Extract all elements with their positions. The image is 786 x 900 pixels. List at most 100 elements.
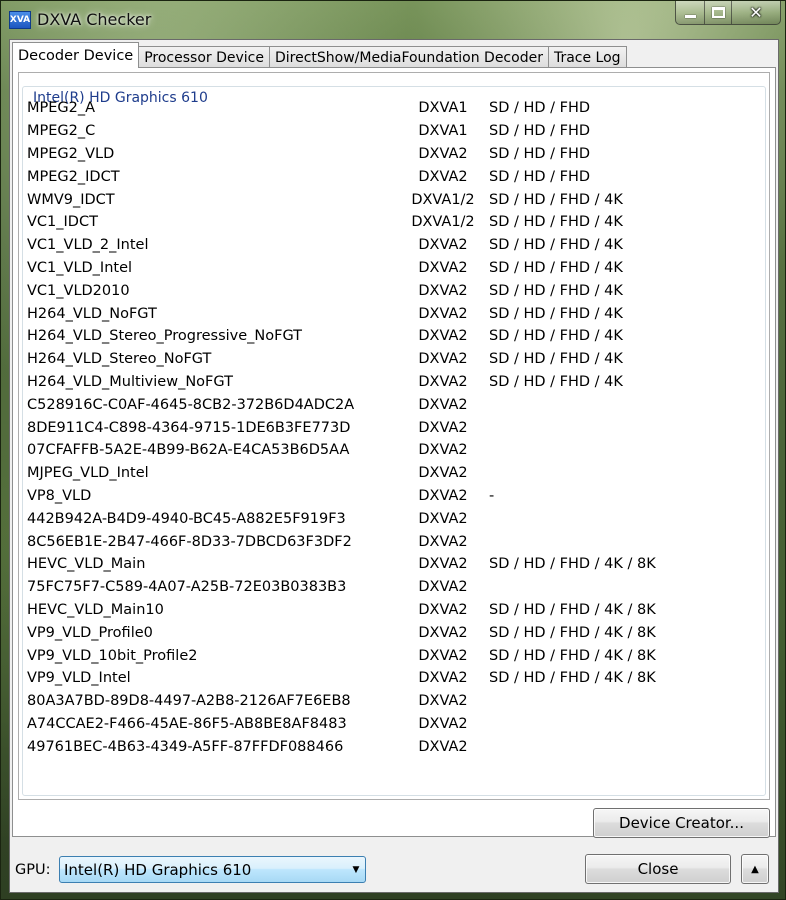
decoder-dxva-version: DXVA2: [418, 419, 468, 436]
decoder-row[interactable]: A74CCAE2-F466-45AE-86F5-AB8BE8AF8483 DXVA…: [27, 713, 763, 736]
tab-processor-device[interactable]: Processor Device: [138, 46, 270, 68]
decoder-resolutions: SD / HD / FHD / 4K: [489, 282, 623, 299]
caption-buttons: ✕: [675, 1, 781, 25]
decoder-list[interactable]: Intel(R) HD Graphics 610 MPEG2_A DXVA1 SD …: [18, 72, 770, 800]
decoder-row[interactable]: 80A3A7BD-89D8-4497-A2B8-2126AF7E6EB8 DXVA…: [27, 690, 763, 713]
decoder-name: VP9_VLD_Profile0: [27, 624, 153, 641]
decoder-resolutions: SD / HD / FHD / 4K: [489, 305, 623, 322]
decoder-dxva-version: DXVA2: [418, 396, 468, 413]
decoder-name: VP9_VLD_10bit_Profile2: [27, 647, 198, 664]
decoder-dxva-version: DXVA2: [418, 282, 468, 299]
decoder-row[interactable]: VP9_VLD_Profile0 DXVA2 SD / HD / FHD / 4K …: [27, 621, 763, 644]
decoder-resolutions: SD / HD / FHD / 4K / 8K: [489, 556, 656, 573]
tab-decoder-device[interactable]: Decoder Device: [12, 42, 140, 68]
decoder-resolutions: SD / HD / FHD / 4K: [489, 373, 623, 390]
decoder-row[interactable]: MPEG2_VLD DXVA2 SD / HD / FHD: [27, 143, 763, 166]
gpu-label: GPU:: [15, 862, 51, 878]
decoder-dxva-version: DXVA2: [418, 738, 468, 755]
decoder-dxva-version: DXVA2: [418, 328, 468, 345]
decoder-dxva-version: DXVA2: [418, 487, 468, 504]
maximize-button[interactable]: [705, 1, 732, 24]
decoder-dxva-version: DXVA2: [418, 305, 468, 322]
decoder-row[interactable]: H264_VLD_Multiview_NoFGT DXVA2 SD / HD / F…: [27, 371, 763, 394]
close-button[interactable]: Close: [585, 854, 731, 884]
decoder-row[interactable]: C528916C-C0AF-4645-8CB2-372B6D4ADC2A DXVA…: [27, 393, 763, 416]
decoder-name: H264_VLD_NoFGT: [27, 305, 157, 322]
decoder-row[interactable]: VP8_VLD DXVA2 -: [27, 485, 763, 508]
decoder-dxva-version: DXVA2: [418, 351, 468, 368]
decoder-row[interactable]: 442B942A-B4D9-4940-BC45-A882E5F919F3 DXVA…: [27, 507, 763, 530]
decoder-row[interactable]: VC1_VLD2010 DXVA2 SD / HD / FHD / 4K: [27, 279, 763, 302]
decoder-row[interactable]: H264_VLD_NoFGT DXVA2 SD / HD / FHD / 4K: [27, 302, 763, 325]
decoder-name: HEVC_VLD_Main10: [27, 601, 164, 618]
decoder-dxva-version: DXVA2: [418, 145, 468, 162]
decoder-resolutions: SD / HD / FHD / 4K: [489, 191, 623, 208]
decoder-row[interactable]: H264_VLD_Stereo_NoFGT DXVA2 SD / HD / FHD …: [27, 348, 763, 371]
maximize-icon: [711, 7, 725, 18]
decoder-row[interactable]: VP9_VLD_Intel DXVA2 SD / HD / FHD / 4K / 8…: [27, 667, 763, 690]
decoder-row[interactable]: MPEG2_C DXVA1 SD / HD / FHD: [27, 120, 763, 143]
decoder-name: VC1_VLD2010: [27, 282, 130, 299]
decoder-row[interactable]: 75FC75F7-C589-4A07-A25B-72E03B0383B3 DXVA…: [27, 576, 763, 599]
decoder-row[interactable]: H264_VLD_Stereo_Progressive_NoFGT DXVA2 SD…: [27, 325, 763, 348]
decoder-row[interactable]: VC1_VLD_Intel DXVA2 SD / HD / FHD / 4K: [27, 257, 763, 280]
decoder-row[interactable]: MPEG2_IDCT DXVA2 SD / HD / FHD: [27, 165, 763, 188]
decoder-row[interactable]: HEVC_VLD_Main10 DXVA2 SD / HD / FHD / 4K /…: [27, 599, 763, 622]
decoder-row[interactable]: MPEG2_A DXVA1 SD / HD / FHD: [27, 97, 763, 120]
decoder-row[interactable]: WMV9_IDCT DXVA1/2 SD / HD / FHD / 4K: [27, 188, 763, 211]
client-area: Decoder Device Processor Device DirectSh…: [9, 39, 779, 893]
decoder-name: H264_VLD_Stereo_Progressive_NoFGT: [27, 328, 303, 345]
decoder-resolutions: SD / HD / FHD / 4K / 8K: [489, 647, 656, 664]
decoder-resolutions: SD / HD / FHD: [489, 145, 591, 162]
chevron-down-icon: ▼: [352, 864, 360, 875]
decoder-row[interactable]: 07CFAFFB-5A2E-4B99-B62A-E4CA53B6D5AA DXVA…: [27, 439, 763, 462]
decoder-row[interactable]: VP9_VLD_10bit_Profile2 DXVA2 SD / HD / FHD…: [27, 644, 763, 667]
gpu-select[interactable]: Intel(R) HD Graphics 610 ▼: [59, 856, 366, 883]
decoder-dxva-version: DXVA2: [418, 465, 468, 482]
tab-directshow-mediafoundation-decoder[interactable]: DirectShow/MediaFoundation Decoder: [268, 46, 549, 68]
decoder-resolutions: -: [489, 487, 495, 504]
decoder-dxva-version: DXVA2: [418, 556, 468, 573]
tab-strip: Decoder Device Processor Device DirectSh…: [12, 42, 627, 68]
decoder-dxva-version: DXVA2: [418, 601, 468, 618]
decoder-row[interactable]: HEVC_VLD_Main DXVA2 SD / HD / FHD / 4K / 8…: [27, 553, 763, 576]
decoder-dxva-version: DXVA1: [418, 100, 468, 117]
decoder-name: 8DE911C4-C898-4364-9715-1DE6B3FE773D: [27, 419, 351, 436]
decoder-dxva-version: DXVA1/2: [411, 214, 475, 231]
arrow-up-icon: ▲: [751, 863, 759, 875]
decoder-dxva-version: DXVA2: [418, 533, 468, 550]
title-bar[interactable]: XVA DXVA Checker ✕: [1, 1, 786, 39]
minimize-button[interactable]: [676, 1, 705, 24]
decoder-dxva-version: DXVA1: [418, 123, 468, 140]
decoder-resolutions: SD / HD / FHD: [489, 123, 591, 140]
decoder-name: 8C56EB1E-2B47-466F-8D33-7DBCD63F3DF2: [27, 533, 352, 550]
decoder-row[interactable]: VC1_VLD_2_Intel DXVA2 SD / HD / FHD / 4K: [27, 234, 763, 257]
device-creator-button[interactable]: Device Creator...: [593, 808, 770, 838]
app-icon: XVA: [9, 11, 31, 29]
decoder-name: A74CCAE2-F466-45AE-86F5-AB8BE8AF8483: [27, 715, 347, 732]
decoder-resolutions: SD / HD / FHD / 4K: [489, 237, 623, 254]
minimize-icon: [684, 15, 696, 18]
decoder-row[interactable]: MJPEG_VLD_Intel DXVA2: [27, 462, 763, 485]
decoder-dxva-version: DXVA2: [418, 647, 468, 664]
decoder-name: MPEG2_IDCT: [27, 168, 120, 185]
decoder-dxva-version: DXVA2: [418, 715, 468, 732]
decoder-row[interactable]: 49761BEC-4B63-4349-A5FF-87FFDF088466 DXVA…: [27, 735, 763, 758]
decoder-row[interactable]: 8C56EB1E-2B47-466F-8D33-7DBCD63F3DF2 DXVA…: [27, 530, 763, 553]
up-arrow-button[interactable]: ▲: [741, 854, 769, 884]
decoder-resolutions: SD / HD / FHD / 4K / 8K: [489, 670, 656, 687]
decoder-rows: MPEG2_A DXVA1 SD / HD / FHD MPEG2_C DXVA1 SD …: [27, 97, 763, 758]
decoder-dxva-version: DXVA2: [418, 693, 468, 710]
close-icon: ✕: [749, 3, 763, 22]
decoder-resolutions: SD / HD / FHD / 4K: [489, 259, 623, 276]
decoder-device-panel: Intel(R) HD Graphics 610 MPEG2_A DXVA1 SD …: [12, 67, 776, 837]
decoder-name: 75FC75F7-C589-4A07-A25B-72E03B0383B3: [27, 579, 347, 596]
decoder-dxva-version: DXVA2: [418, 442, 468, 459]
decoder-name: VP8_VLD: [27, 487, 92, 504]
tab-trace-log[interactable]: Trace Log: [547, 46, 627, 68]
decoder-name: H264_VLD_Multiview_NoFGT: [27, 373, 233, 390]
decoder-name: MPEG2_C: [27, 123, 96, 140]
window-close-button[interactable]: ✕: [732, 1, 780, 24]
decoder-row[interactable]: VC1_IDCT DXVA1/2 SD / HD / FHD / 4K: [27, 211, 763, 234]
decoder-row[interactable]: 8DE911C4-C898-4364-9715-1DE6B3FE773D DXVA…: [27, 416, 763, 439]
